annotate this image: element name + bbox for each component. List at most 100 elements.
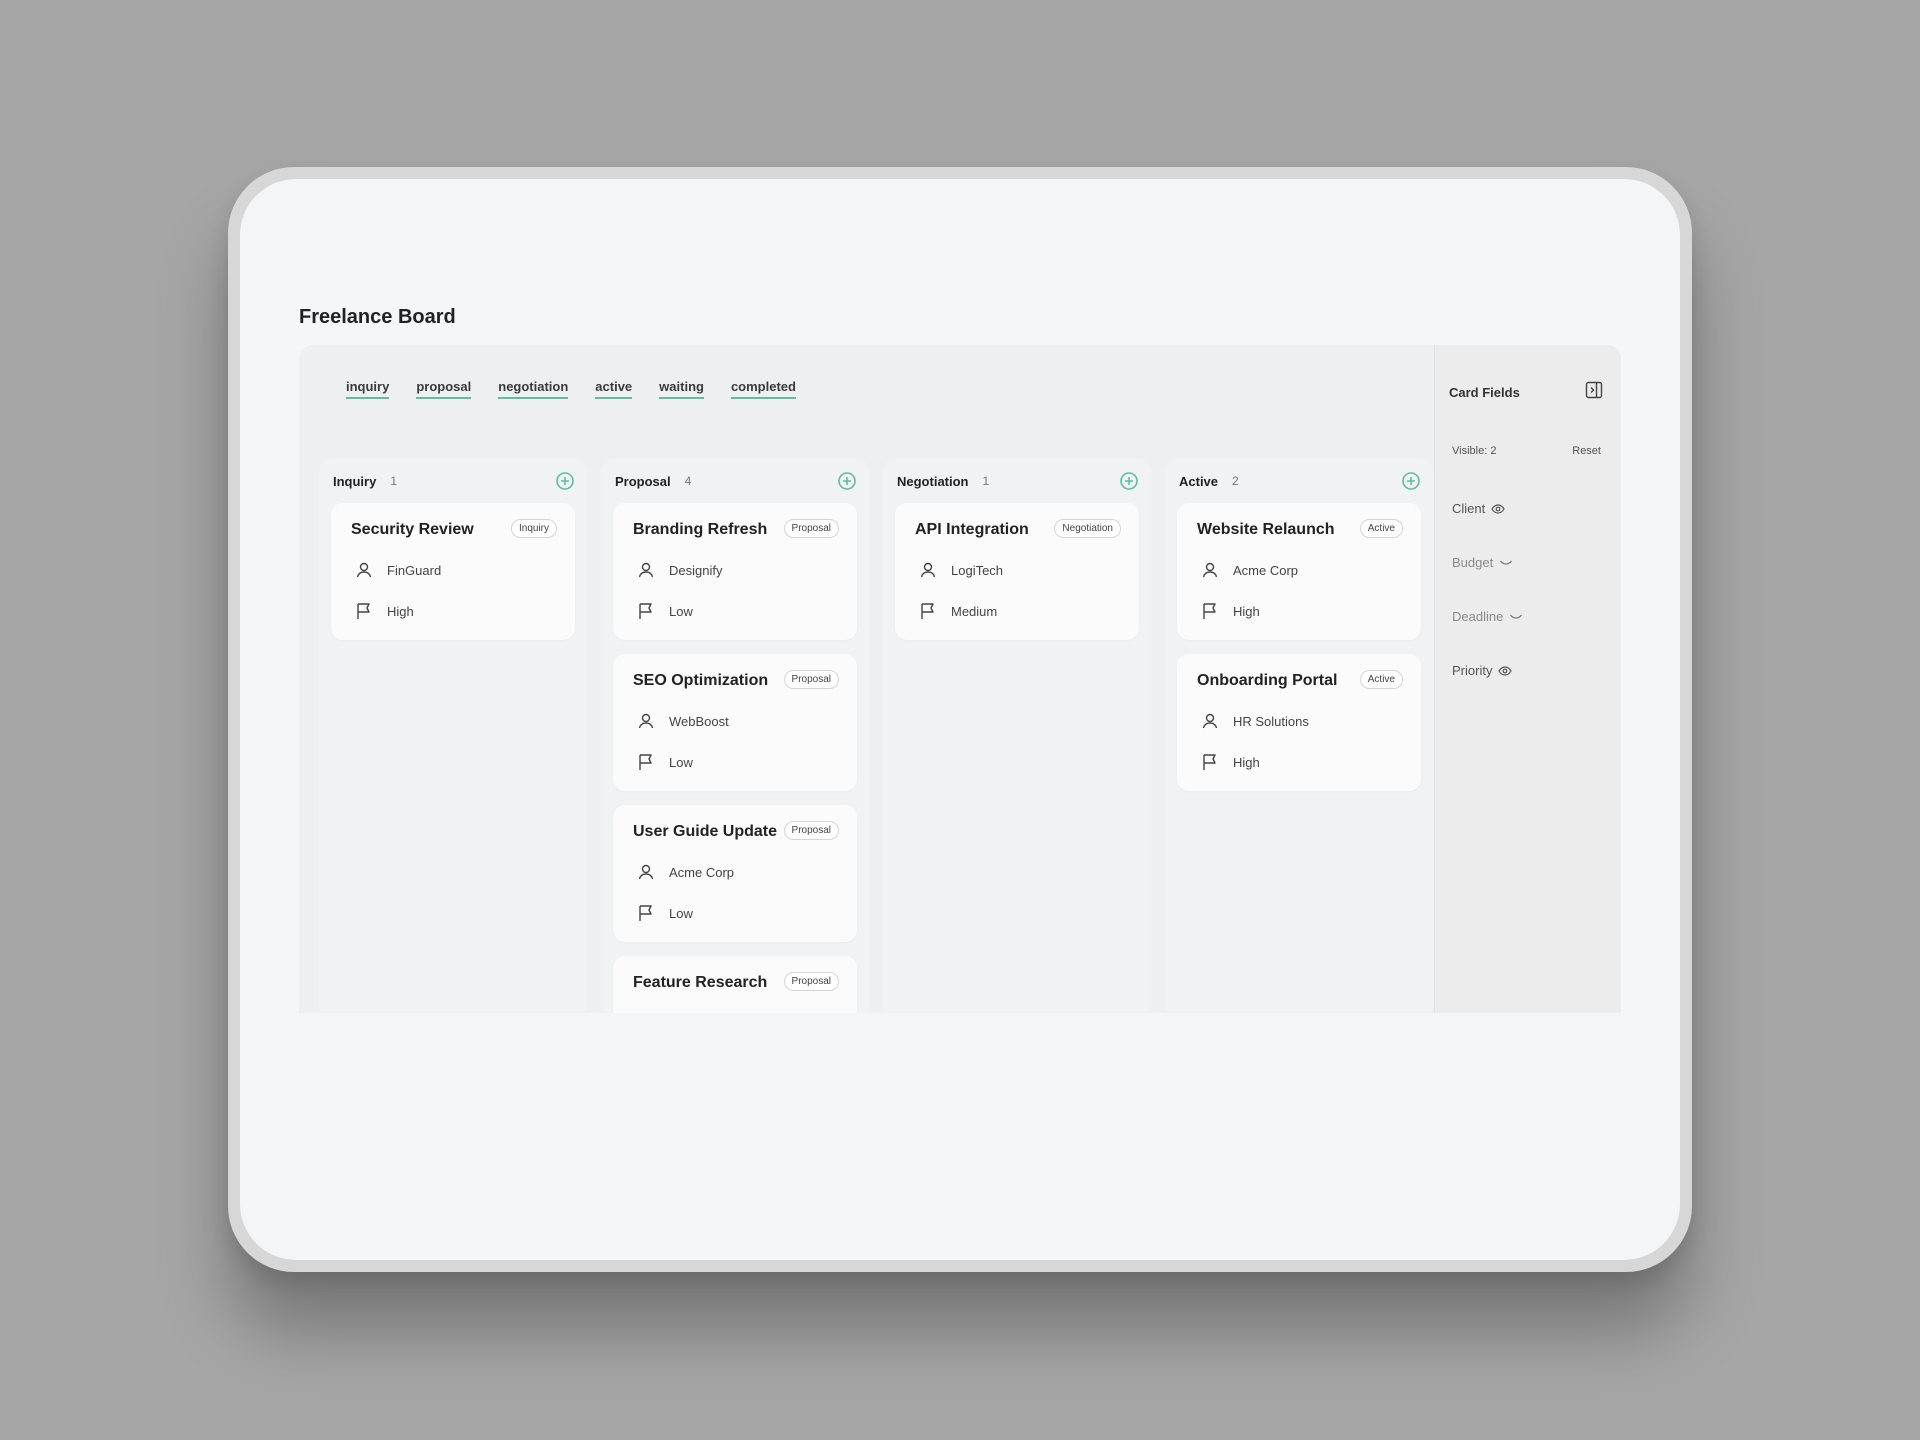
person-icon [638,713,654,729]
client-row: Designify [637,561,722,579]
card[interactable]: Security Review Inquiry FinGuard High [331,503,575,640]
priority-row: High [1201,602,1260,620]
card[interactable]: Branding Refresh Proposal Designify Low [613,503,857,640]
filter-completed[interactable]: completed [730,379,796,399]
person-icon [638,864,654,880]
filter-negotiation[interactable]: negotiation [498,379,569,399]
priority-row: High [355,602,414,620]
priority-value: High [387,603,414,619]
person-icon [356,562,372,578]
status-badge: Active [1359,519,1403,538]
field-toggle-deadline[interactable]: Deadline [1452,609,1523,624]
filter-proposal[interactable]: proposal [416,379,472,399]
card-title: Branding Refresh [633,521,768,538]
person-icon [638,562,654,578]
flag-icon [1203,754,1216,770]
card-title: SEO Optimization [633,672,769,689]
client-row: WebBoost [637,712,729,730]
status-badge: Proposal [783,670,839,689]
column-inquiry: Inquiry 1 Security Review Inquiry FinGua… [319,459,587,1013]
board: inquiry proposal negotiation active wait… [299,345,1621,1013]
client-row: LogiTech [919,561,1003,579]
column-header: Proposal 4 [601,459,869,503]
device-screen: Freelance Board inquiry proposal negotia… [240,179,1680,1260]
card[interactable]: Website Relaunch Active Acme Corp High [1177,503,1421,640]
eye-closed-icon [1510,614,1523,619]
add-card-icon[interactable] [1119,471,1139,491]
client-name: Acme Corp [669,864,735,880]
card-title: Onboarding Portal [1197,672,1338,689]
column-negotiation: Negotiation 1 API Integration Negotiatio… [883,459,1151,1013]
column-name: Active [1179,473,1219,489]
flag-icon [639,754,652,770]
card-title: Website Relaunch [1197,521,1335,538]
eye-icon [1498,665,1513,676]
field-label: Client [1452,501,1486,516]
client-name: Acme Corp [1233,562,1299,578]
field-label: Deadline [1452,609,1504,624]
column-header: Negotiation 1 [883,459,1151,503]
card-title: Feature Research [633,974,768,991]
client-name: Designify [669,562,723,578]
priority-row: Low [637,602,693,620]
person-icon [1202,562,1218,578]
eye-icon [1491,503,1505,514]
field-toggle-budget[interactable]: Budget [1452,555,1513,570]
field-toggle-client[interactable]: Client [1452,501,1505,516]
priority-row: Low [637,904,693,922]
filter-waiting[interactable]: waiting [659,379,704,399]
client-row: HR Solutions [1201,712,1309,730]
app-window: Freelance Board inquiry proposal negotia… [254,278,1666,1013]
card-fields-panel: Card Fields Visible: 2 Reset Client Budg… [1434,345,1621,1013]
filter-active[interactable]: active [595,379,633,399]
client-row: Acme Corp [637,863,734,881]
priority-row: Low [637,753,693,771]
status-badge: Proposal [783,821,839,840]
collapse-panel-icon[interactable] [1585,381,1603,399]
status-badge: Proposal [783,972,839,991]
column-count: 1 [390,474,398,488]
flag-icon [1203,603,1216,619]
client-name: WebBoost [669,713,729,729]
client-row: FinGuard [355,561,441,579]
status-badge: Proposal [783,519,839,538]
column-count: 1 [982,474,990,488]
eye-closed-icon [1500,560,1513,565]
status-badge: Negotiation [1054,519,1121,538]
person-icon [920,562,936,578]
priority-row: Medium [919,602,997,620]
kanban-columns: Inquiry 1 Security Review Inquiry FinGua… [319,459,1433,1013]
card[interactable]: Onboarding Portal Active HR Solutions Hi… [1177,654,1421,791]
client-name: LogiTech [951,562,1004,578]
card[interactable]: SEO Optimization Proposal WebBoost Low [613,654,857,791]
card[interactable]: API Integration Negotiation LogiTech Med… [895,503,1139,640]
add-card-icon[interactable] [837,471,857,491]
card-title: Security Review [351,521,474,538]
person-icon [1202,713,1218,729]
card[interactable]: User Guide Update Proposal Acme Corp Low [613,805,857,942]
column-active: Active 2 Website Relaunch Active Acme Co… [1165,459,1433,1013]
column-name: Proposal [615,473,671,489]
field-toggle-priority[interactable]: Priority [1452,663,1513,678]
card-title: API Integration [915,521,1029,538]
field-label: Priority [1452,663,1493,678]
priority-row: High [1201,753,1260,771]
filter-inquiry[interactable]: inquiry [346,379,390,399]
panel-title: Card Fields [1449,385,1520,400]
column-name: Negotiation [897,473,969,489]
field-label: Budget [1452,555,1494,570]
column-proposal: Proposal 4 Branding Refresh Proposal Des… [601,459,869,1013]
status-badge: Active [1359,670,1403,689]
priority-value: Low [669,603,693,619]
column-header: Inquiry 1 [319,459,587,503]
column-name: Inquiry [333,473,377,489]
client-row: Acme Corp [1201,561,1298,579]
card[interactable]: Feature Research Proposal [613,956,857,1013]
add-card-icon[interactable] [555,471,575,491]
client-name: HR Solutions [1233,713,1309,729]
reset-button[interactable]: Reset [1572,445,1601,457]
flag-icon [639,905,652,921]
status-badge: Inquiry [510,519,557,538]
page-title: Freelance Board [299,306,456,328]
add-card-icon[interactable] [1401,471,1421,491]
